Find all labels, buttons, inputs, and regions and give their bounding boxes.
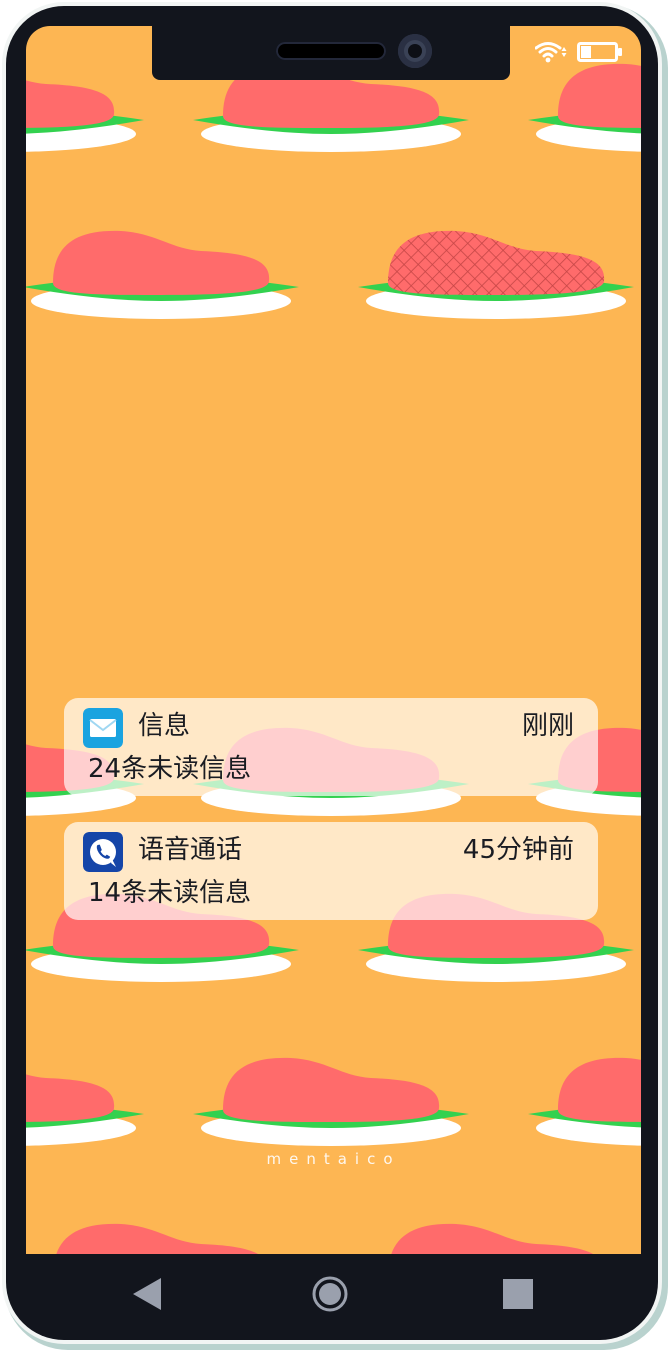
notification-time: 刚刚: [521, 711, 574, 741]
home-circle-icon[interactable]: [310, 1274, 350, 1314]
plate-decoration: [193, 1057, 469, 1146]
wifi-icon: [535, 42, 567, 63]
front-camera: [398, 34, 432, 68]
mail-icon: [83, 708, 123, 748]
phone-device: 信息 刚刚 24条未读信息 语音通话 45分钟前 14条未读信息 mentaic…: [0, 0, 672, 1352]
lock-screen: 信息 刚刚 24条未读信息 语音通话 45分钟前 14条未读信息 mentaic…: [26, 26, 641, 1254]
recents-square-icon[interactable]: [498, 1274, 538, 1314]
status-bar: [535, 40, 623, 64]
plate-decoration: [528, 63, 641, 152]
notification-app-name: 信息: [138, 711, 191, 741]
wallpaper: [26, 63, 641, 1254]
plate-decoration: [26, 1223, 299, 1254]
earpiece-speaker: [276, 42, 386, 60]
notification-body: 14条未读信息: [88, 878, 252, 908]
notification-voice-call[interactable]: 语音通话 45分钟前 14条未读信息: [64, 822, 598, 920]
back-triangle-icon[interactable]: [126, 1274, 166, 1314]
phone-call-icon: [83, 832, 123, 872]
notification-body: 24条未读信息: [88, 754, 252, 784]
plate-decoration: [358, 1223, 634, 1254]
plate-decoration: [528, 1057, 641, 1146]
notch: [152, 26, 510, 80]
navigation-bar: [26, 1254, 641, 1334]
plate-decoration: [26, 1057, 144, 1146]
plate-decoration: [26, 230, 299, 319]
brand-watermark: mentaico: [266, 1150, 401, 1168]
battery-icon: [577, 42, 622, 62]
notification-app-name: 语音通话: [138, 835, 243, 865]
notification-messages[interactable]: 信息 刚刚 24条未读信息: [64, 698, 598, 796]
notification-time: 45分钟前: [462, 835, 574, 865]
plate-decoration: [358, 230, 634, 319]
plate-decoration: [26, 63, 144, 152]
